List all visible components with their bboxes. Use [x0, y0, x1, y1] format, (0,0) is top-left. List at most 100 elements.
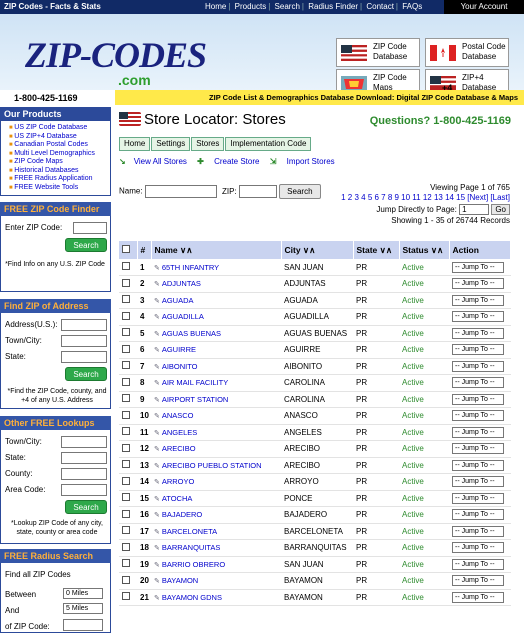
row-checkbox[interactable]	[122, 559, 130, 568]
row-jump-select[interactable]: -- Jump To --	[452, 426, 504, 438]
row-jump-select[interactable]: -- Jump To --	[452, 311, 504, 323]
store-name-link[interactable]: AIBONITO	[162, 362, 198, 371]
row-jump-select[interactable]: -- Jump To --	[452, 525, 504, 537]
pagination-links[interactable]: 1 2 3 4 5 6 7 8 9 10 11 12 13 14 15 [Nex…	[341, 193, 510, 202]
row-jump-select[interactable]: -- Jump To --	[452, 575, 504, 587]
store-name-link[interactable]: ARECIBO PUEBLO STATION	[162, 461, 262, 470]
row-checkbox[interactable]	[122, 427, 130, 436]
product-link-us-zip[interactable]: US ZIP Code Database	[14, 124, 87, 131]
col-state-sort[interactable]: State ∨∧	[353, 241, 400, 259]
row-jump-select[interactable]: -- Jump To --	[452, 509, 504, 521]
row-jump-select[interactable]: -- Jump To --	[452, 344, 504, 356]
row-checkbox[interactable]	[122, 575, 130, 584]
store-name-link[interactable]: BARRANQUITAS	[162, 543, 221, 552]
row-jump-select[interactable]: -- Jump To --	[452, 558, 504, 570]
row-checkbox[interactable]	[122, 311, 130, 320]
radius-zip-input[interactable]	[63, 619, 103, 631]
radius-max-select[interactable]: 5 Miles	[63, 603, 103, 614]
tab-implementation-code[interactable]: Implementation Code	[225, 137, 312, 151]
zip-finder-search-button[interactable]: Search	[65, 238, 107, 252]
product-link-website-tools[interactable]: FREE Website Tools	[14, 184, 78, 191]
row-checkbox[interactable]	[122, 509, 130, 518]
lookup-town-input[interactable]	[61, 436, 107, 448]
row-jump-select[interactable]: -- Jump To --	[452, 377, 504, 389]
product-link-historical[interactable]: Historical Databases	[14, 167, 78, 174]
row-checkbox[interactable]	[122, 443, 130, 452]
address-search-button[interactable]: Search	[65, 367, 107, 381]
logo[interactable]: ZIP-CODES	[25, 34, 207, 76]
product-link-radius-app[interactable]: FREE Radius Application	[14, 175, 92, 182]
store-name-link[interactable]: BAYAMON	[162, 576, 198, 585]
town-input[interactable]	[61, 335, 107, 347]
tab-stores[interactable]: Stores	[191, 137, 225, 151]
your-account-link[interactable]: Your Account	[444, 0, 524, 14]
store-name-link[interactable]: ANGELES	[162, 428, 197, 437]
nav-radius-finder[interactable]: Radius Finder	[308, 2, 358, 11]
row-jump-select[interactable]: -- Jump To --	[452, 476, 504, 488]
zip-code-database-box[interactable]: ZIP Code Database	[336, 38, 420, 67]
row-jump-select[interactable]: -- Jump To --	[452, 261, 504, 273]
logo-suffix[interactable]: .com	[118, 72, 151, 88]
tab-settings[interactable]: Settings	[151, 137, 191, 151]
postal-code-database-box[interactable]: Postal Code Database	[425, 38, 509, 67]
row-checkbox[interactable]	[122, 328, 130, 337]
lookup-area-code-input[interactable]	[61, 484, 107, 496]
lookup-search-button[interactable]: Search	[65, 500, 107, 514]
row-checkbox[interactable]	[122, 278, 130, 287]
nav-products[interactable]: Products	[235, 2, 267, 11]
create-store-link[interactable]: Create Store	[214, 157, 259, 166]
col-status-sort[interactable]: Status ∨∧	[399, 241, 450, 259]
row-checkbox[interactable]	[122, 592, 130, 601]
go-button[interactable]: Go	[491, 204, 510, 215]
import-stores-link[interactable]: Import Stores	[287, 157, 335, 166]
nav-home[interactable]: Home	[205, 2, 226, 11]
row-checkbox[interactable]	[122, 460, 130, 469]
store-name-link[interactable]: ARECIBO	[162, 444, 196, 453]
jump-page-input[interactable]: 1	[459, 204, 490, 216]
row-jump-select[interactable]: -- Jump To --	[452, 360, 504, 372]
store-name-link[interactable]: BARRIO OBRERO	[162, 560, 225, 569]
store-name-link[interactable]: ADJUNTAS	[162, 279, 201, 288]
row-checkbox[interactable]	[122, 361, 130, 370]
row-checkbox[interactable]	[122, 526, 130, 535]
row-jump-select[interactable]: -- Jump To --	[452, 327, 504, 339]
store-name-link[interactable]: ANASCO	[162, 411, 194, 420]
row-checkbox[interactable]	[122, 295, 130, 304]
nav-contact[interactable]: Contact	[366, 2, 394, 11]
zip-finder-input[interactable]	[73, 222, 107, 234]
pagination-numbers[interactable]: 1 2 3 4 5 6 7 8 9 10 11 12 13 14 15 [Nex…	[341, 193, 510, 202]
site-title[interactable]: ZIP Codes - Facts & Stats	[4, 2, 101, 11]
col-city-sort[interactable]: City ∨∧	[281, 241, 354, 259]
row-checkbox[interactable]	[122, 262, 130, 270]
download-tagline[interactable]: ZIP Code List & Demographics Database Do…	[209, 93, 518, 102]
lookup-state-input[interactable]	[61, 452, 107, 464]
product-link-maps[interactable]: ZIP Code Maps	[14, 158, 63, 165]
row-jump-select[interactable]: -- Jump To --	[452, 294, 504, 306]
row-checkbox[interactable]	[122, 344, 130, 353]
product-link-canadian[interactable]: Canadian Postal Codes	[14, 141, 88, 148]
row-checkbox[interactable]	[122, 410, 130, 419]
store-name-link[interactable]: AIRPORT STATION	[162, 395, 229, 404]
row-jump-select[interactable]: -- Jump To --	[452, 542, 504, 554]
store-name-link[interactable]: BARCELONETA	[162, 527, 217, 536]
product-link-demographics[interactable]: Multi Level Demographics	[14, 150, 95, 157]
row-jump-select[interactable]: -- Jump To --	[452, 443, 504, 455]
row-jump-select[interactable]: -- Jump To --	[452, 459, 504, 471]
row-jump-select[interactable]: -- Jump To --	[452, 278, 504, 290]
row-checkbox[interactable]	[122, 377, 130, 386]
zip-search-input[interactable]	[238, 185, 277, 198]
view-all-stores-link[interactable]: View All Stores	[134, 157, 187, 166]
store-name-link[interactable]: AGUAS BUENAS	[162, 329, 221, 338]
row-checkbox[interactable]	[122, 394, 130, 403]
store-name-link[interactable]: ATOCHA	[162, 494, 193, 503]
tab-home[interactable]: Home	[119, 137, 151, 151]
store-name-link[interactable]: 65TH INFANTRY	[162, 263, 219, 272]
address-input[interactable]	[61, 319, 107, 331]
nav-faqs[interactable]: FAQs	[402, 2, 422, 11]
row-jump-select[interactable]: -- Jump To --	[452, 410, 504, 422]
radius-min-select[interactable]: 0 Miles	[63, 588, 103, 599]
product-link-zip4[interactable]: US ZIP+4 Database	[14, 133, 76, 140]
lookup-county-input[interactable]	[61, 468, 107, 480]
name-search-input[interactable]	[144, 185, 217, 198]
row-jump-select[interactable]: -- Jump To --	[452, 393, 504, 405]
